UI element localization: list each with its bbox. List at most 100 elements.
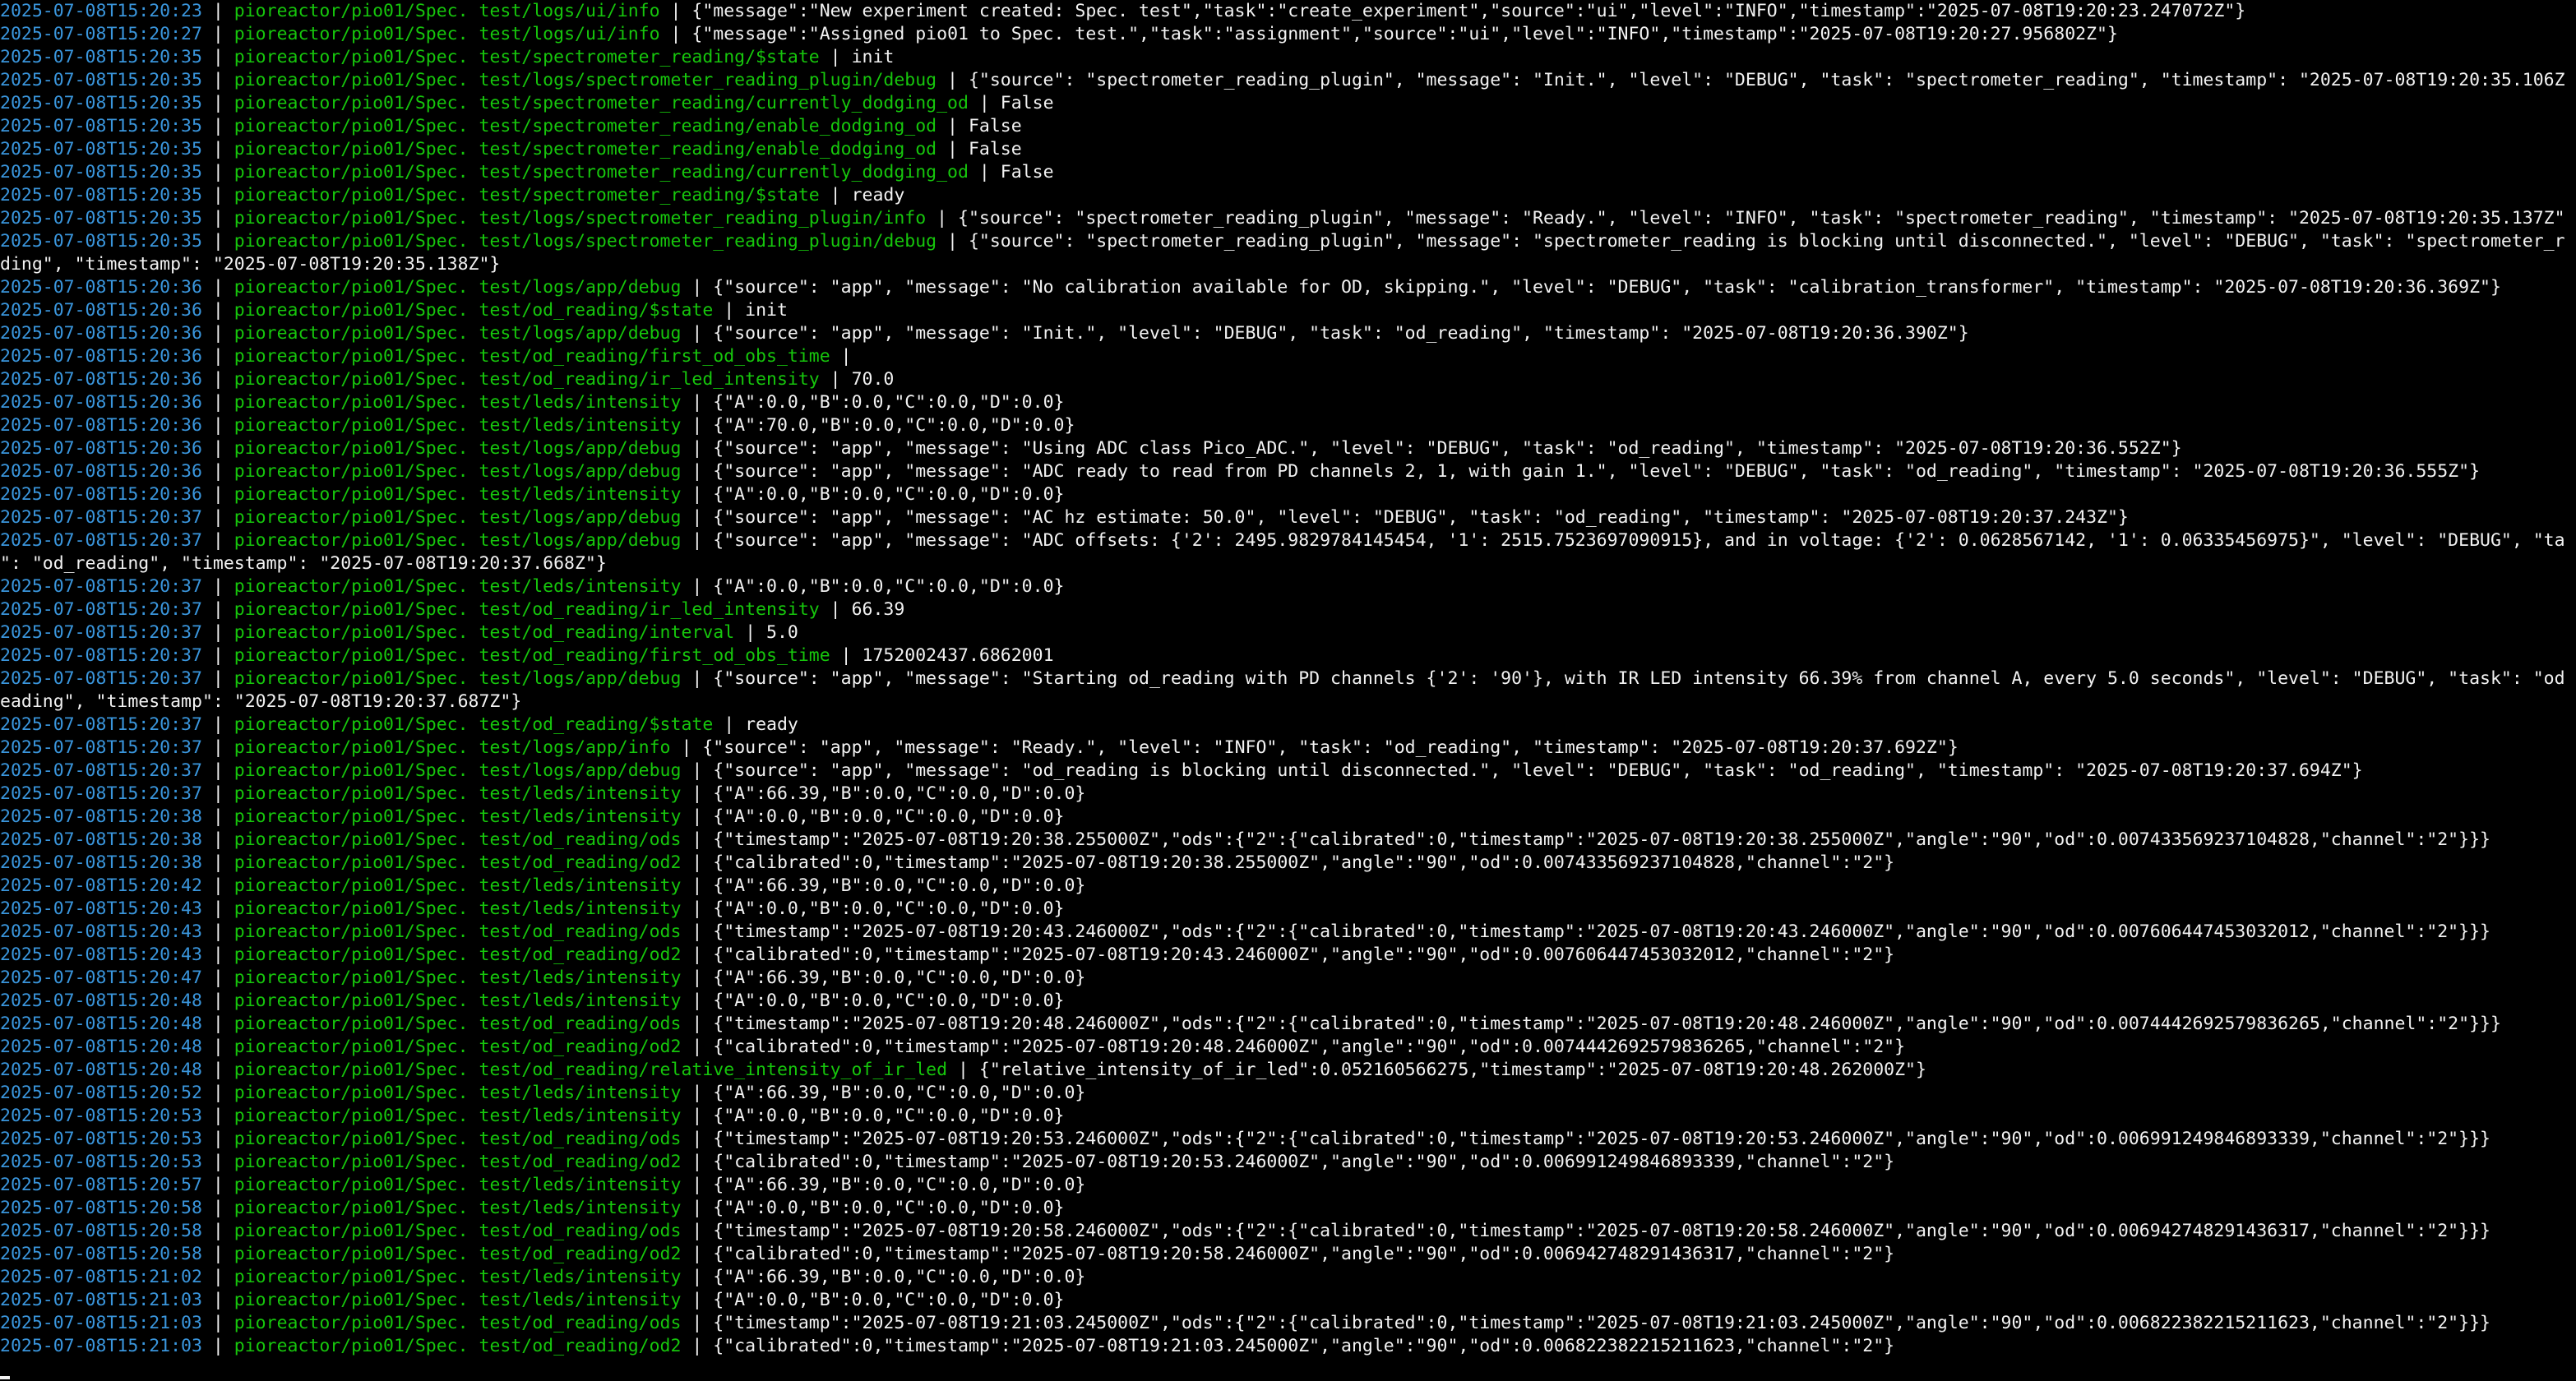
column-separator: | <box>830 346 863 367</box>
log-timestamp: 2025-07-08T15:20:52 <box>0 1083 202 1103</box>
log-message: {"A":0.0,"B":0.0,"C":0.0,"D":0.0} <box>713 806 1065 827</box>
column-separator: | <box>937 116 969 136</box>
column-separator: | <box>659 1 692 21</box>
mqtt-topic: pioreactor/pio01/Spec. test/od_reading/i… <box>234 599 820 620</box>
column-separator: | <box>681 1083 714 1103</box>
column-separator: | <box>201 852 234 873</box>
column-separator: | <box>201 208 234 229</box>
log-line: 2025-07-08T15:20:38 | pioreactor/pio01/S… <box>0 829 2576 852</box>
log-timestamp: 2025-07-08T15:20:37 <box>0 645 202 666</box>
log-timestamp: 2025-07-08T15:20:43 <box>0 898 202 919</box>
log-message: {"source": "app", "message": "od_reading… <box>713 760 2363 781</box>
column-separator: | <box>681 968 714 988</box>
log-line: 2025-07-08T15:20:38 | pioreactor/pio01/S… <box>0 852 2576 875</box>
column-separator: | <box>681 1267 714 1287</box>
mqtt-topic: pioreactor/pio01/Spec. test/leds/intensi… <box>234 783 682 804</box>
log-message: {"A":66.39,"B":0.0,"C":0.0,"D":0.0} <box>713 968 1086 988</box>
column-separator: | <box>734 622 767 643</box>
log-line: 2025-07-08T15:20:36 | pioreactor/pio01/S… <box>0 460 2576 483</box>
log-message: {"message":"New experiment created: Spec… <box>691 1 2246 21</box>
log-timestamp: 2025-07-08T15:20:43 <box>0 945 202 965</box>
log-timestamp: 2025-07-08T15:20:48 <box>0 1014 202 1034</box>
log-timestamp: 2025-07-08T15:20:38 <box>0 852 202 873</box>
column-separator: | <box>201 1198 234 1218</box>
column-separator: | <box>201 1 234 21</box>
mqtt-topic: pioreactor/pio01/Spec. test/od_reading/o… <box>234 1244 682 1264</box>
log-line: 2025-07-08T15:20:48 | pioreactor/pio01/S… <box>0 1036 2576 1059</box>
log-line: 2025-07-08T15:20:36 | pioreactor/pio01/S… <box>0 345 2576 368</box>
column-separator: | <box>681 530 714 551</box>
log-line: 2025-07-08T15:20:36 | pioreactor/pio01/S… <box>0 368 2576 391</box>
log-message: {"A":0.0,"B":0.0,"C":0.0,"D":0.0} <box>713 898 1065 919</box>
column-separator: | <box>201 806 234 827</box>
log-message: {"calibrated":0,"timestamp":"2025-07-08T… <box>713 1152 1895 1172</box>
column-separator: | <box>201 991 234 1011</box>
log-message: {"A":0.0,"B":0.0,"C":0.0,"D":0.0} <box>713 1106 1065 1126</box>
log-message: 66.39 <box>851 599 905 620</box>
log-message: {"timestamp":"2025-07-08T19:20:43.246000… <box>713 921 2490 942</box>
mqtt-topic: pioreactor/pio01/Spec. test/logs/spectro… <box>234 231 937 252</box>
mqtt-topic: pioreactor/pio01/Spec. test/od_reading/o… <box>234 852 682 873</box>
mqtt-topic: pioreactor/pio01/Spec. test/od_reading/o… <box>234 1014 682 1034</box>
column-separator: | <box>681 852 714 873</box>
mqtt-topic: pioreactor/pio01/Spec. test/od_reading/f… <box>234 645 830 666</box>
log-timestamp: 2025-07-08T15:20:37 <box>0 599 202 620</box>
log-message: {"timestamp":"2025-07-08T19:20:48.246000… <box>713 1014 2501 1034</box>
log-timestamp: 2025-07-08T15:20:36 <box>0 461 202 482</box>
log-line-continuation: ": "od_reading", "timestamp": "2025-07-0… <box>0 552 2576 575</box>
log-line: 2025-07-08T15:20:43 | pioreactor/pio01/S… <box>0 921 2576 944</box>
log-message: {"calibrated":0,"timestamp":"2025-07-08T… <box>713 852 1895 873</box>
column-separator: | <box>681 1336 714 1356</box>
log-line: 2025-07-08T15:20:35 | pioreactor/pio01/S… <box>0 115 2576 138</box>
log-output: 2025-07-08T15:20:23 | pioreactor/pio01/S… <box>0 0 2576 1358</box>
log-timestamp: 2025-07-08T15:21:03 <box>0 1313 202 1333</box>
mqtt-topic: pioreactor/pio01/Spec. test/leds/intensi… <box>234 1198 682 1218</box>
log-message: {"source": "app", "message": "ADC offset… <box>713 530 2565 551</box>
log-line: 2025-07-08T15:20:37 | pioreactor/pio01/S… <box>0 575 2576 598</box>
column-separator: | <box>201 93 234 113</box>
mqtt-topic: pioreactor/pio01/Spec. test/od_reading/o… <box>234 1152 682 1172</box>
log-timestamp: 2025-07-08T15:20:35 <box>0 139 202 159</box>
mqtt-topic: pioreactor/pio01/Spec. test/logs/spectro… <box>234 208 927 229</box>
log-timestamp: 2025-07-08T15:20:48 <box>0 991 202 1011</box>
log-line: 2025-07-08T15:20:53 | pioreactor/pio01/S… <box>0 1151 2576 1174</box>
column-separator: | <box>201 185 234 206</box>
log-line: 2025-07-08T15:20:37 | pioreactor/pio01/S… <box>0 737 2576 760</box>
log-line: 2025-07-08T15:20:48 | pioreactor/pio01/S… <box>0 1013 2576 1036</box>
log-message: False <box>968 139 1022 159</box>
log-line: 2025-07-08T15:20:37 | pioreactor/pio01/S… <box>0 714 2576 737</box>
log-message: {"A":0.0,"B":0.0,"C":0.0,"D":0.0} <box>713 392 1065 413</box>
column-separator: | <box>681 1129 714 1149</box>
log-message: False <box>1000 93 1054 113</box>
column-separator: | <box>681 898 714 919</box>
log-message: {"calibrated":0,"timestamp":"2025-07-08T… <box>713 1336 1895 1356</box>
mqtt-topic: pioreactor/pio01/Spec. test/logs/app/deb… <box>234 277 682 298</box>
log-timestamp: 2025-07-08T15:20:37 <box>0 714 202 735</box>
log-timestamp: 2025-07-08T15:20:38 <box>0 829 202 850</box>
column-separator: | <box>201 1290 234 1310</box>
column-separator: | <box>201 1129 234 1149</box>
mqtt-topic: pioreactor/pio01/Spec. test/od_reading/$… <box>234 300 714 321</box>
log-line-continuation: eading", "timestamp": "2025-07-08T19:20:… <box>0 690 2576 714</box>
log-message: 70.0 <box>851 369 895 390</box>
mqtt-topic: pioreactor/pio01/Spec. test/logs/app/deb… <box>234 668 682 689</box>
log-timestamp: 2025-07-08T15:20:37 <box>0 737 202 758</box>
mqtt-topic: pioreactor/pio01/Spec. test/od_reading/o… <box>234 1313 682 1333</box>
log-timestamp: 2025-07-08T15:20:37 <box>0 668 202 689</box>
log-line: 2025-07-08T15:20:35 | pioreactor/pio01/S… <box>0 207 2576 230</box>
column-separator: | <box>681 576 714 597</box>
column-separator: | <box>201 277 234 298</box>
column-separator: | <box>947 1060 979 1080</box>
column-separator: | <box>201 622 234 643</box>
terminal-window[interactable]: 2025-07-08T15:20:23 | pioreactor/pio01/S… <box>0 0 2576 1381</box>
log-timestamp: 2025-07-08T15:20:35 <box>0 162 202 182</box>
column-separator: | <box>681 760 714 781</box>
column-separator: | <box>681 1244 714 1264</box>
log-line: 2025-07-08T15:20:37 | pioreactor/pio01/S… <box>0 529 2576 552</box>
log-line: 2025-07-08T15:20:48 | pioreactor/pio01/S… <box>0 990 2576 1013</box>
log-line: 2025-07-08T15:20:36 | pioreactor/pio01/S… <box>0 299 2576 322</box>
column-separator: | <box>968 93 1001 113</box>
column-separator: | <box>681 829 714 850</box>
log-timestamp: 2025-07-08T15:20:58 <box>0 1244 202 1264</box>
mqtt-topic: pioreactor/pio01/Spec. test/od_reading/o… <box>234 1129 682 1149</box>
